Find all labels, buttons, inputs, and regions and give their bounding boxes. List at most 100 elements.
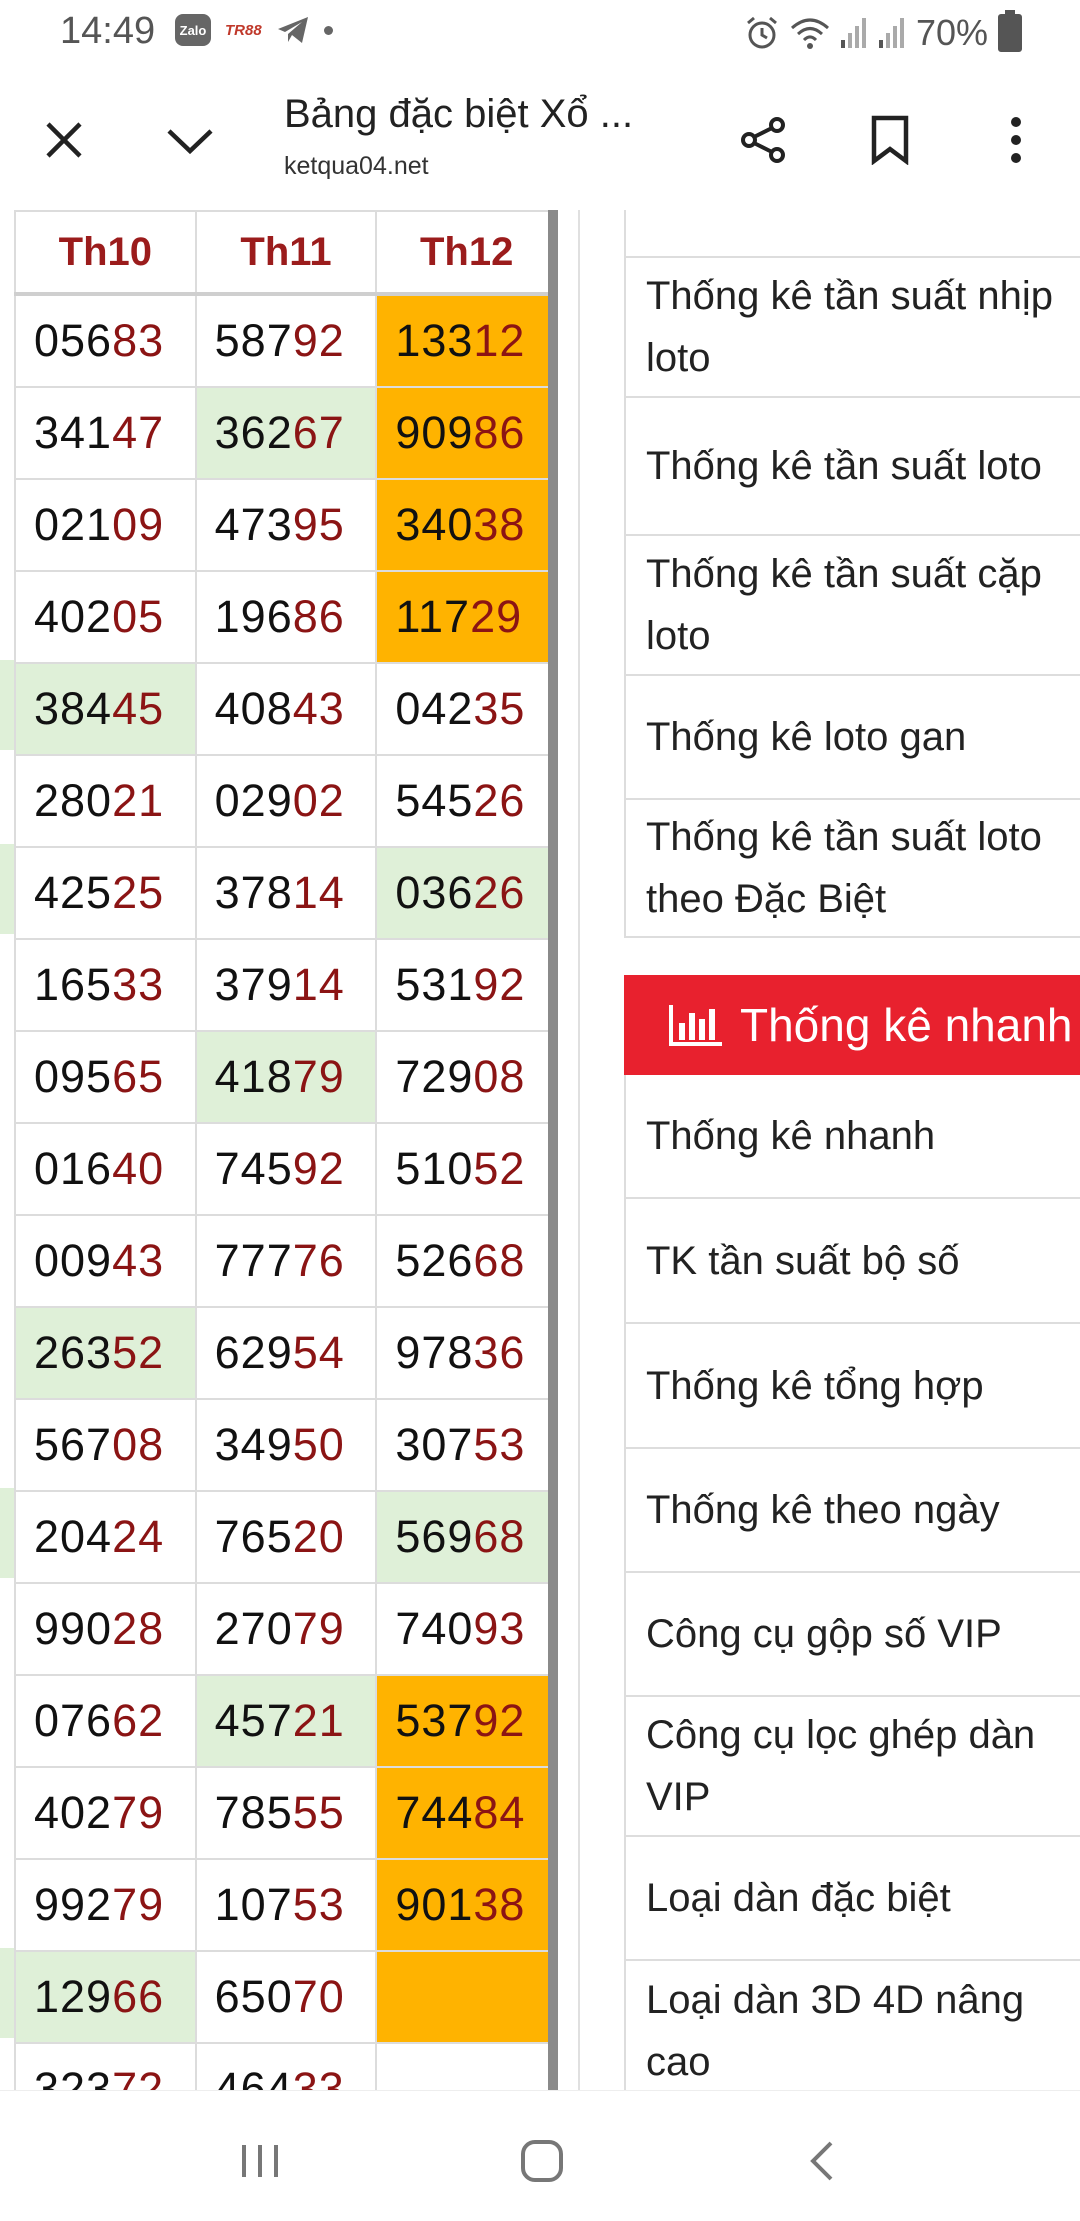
list-item[interactable]: TK tần suất bộ số bbox=[626, 1199, 1080, 1324]
number-tail: 53 bbox=[473, 1419, 526, 1470]
number-head: 349 bbox=[214, 1419, 293, 1470]
column-header: Th10 bbox=[14, 210, 197, 296]
special-prize-table-container[interactable]: Th10 Th11 Th12 05683 58792 13312 34147 36267… bbox=[0, 210, 558, 2090]
special-number-cell: 30753 bbox=[375, 1398, 558, 1492]
number-tail: 14 bbox=[292, 959, 345, 1010]
number-tail: 83 bbox=[112, 315, 165, 366]
special-number-cell: 13312 bbox=[375, 293, 558, 388]
number-tail: 84 bbox=[473, 1787, 526, 1838]
status-bar: 14:49 Zalo TR88 70% bbox=[0, 0, 1080, 72]
special-number-cell: 11729 bbox=[375, 570, 558, 664]
number-head: 464 bbox=[214, 2063, 293, 2090]
number-tail: 33 bbox=[112, 959, 165, 1010]
statistics-links-list: Thống kê tần suất nhịp loto Thống kê tần… bbox=[624, 210, 1080, 938]
number-head: 992 bbox=[34, 1879, 113, 1930]
special-number-cell: 78555 bbox=[194, 1766, 378, 1860]
page-content[interactable]: Th10 Th11 Th12 05683 58792 13312 34147 36267… bbox=[0, 210, 1080, 2090]
special-number-cell: 05683 bbox=[14, 293, 197, 388]
close-icon[interactable] bbox=[32, 108, 96, 172]
number-tail: 95 bbox=[292, 499, 345, 550]
number-head: 009 bbox=[34, 1235, 113, 1286]
number-tail: 68 bbox=[473, 1511, 526, 1562]
number-head: 029 bbox=[214, 775, 293, 826]
number-tail: 38 bbox=[473, 499, 526, 550]
status-time: 14:49 bbox=[60, 10, 156, 52]
special-number-cell: 40205 bbox=[14, 570, 197, 664]
special-number-cell: 07662 bbox=[14, 1674, 197, 1768]
browser-toolbar: Bảng đặc biệt Xổ ... ketqua04.net bbox=[0, 72, 1080, 212]
special-number-cell: 54526 bbox=[375, 754, 558, 848]
list-item[interactable]: Thống kê tần suất nhịp loto bbox=[626, 258, 1080, 398]
special-number-cell: 26352 bbox=[14, 1306, 197, 1400]
table-scroll-divider[interactable] bbox=[548, 210, 558, 2090]
list-item[interactable]: Loại dàn 3D 4D nâng cao bbox=[626, 1961, 1080, 2090]
number-head: 056 bbox=[34, 315, 113, 366]
special-number-cell: 53192 bbox=[375, 938, 558, 1032]
number-head: 740 bbox=[395, 1603, 474, 1654]
special-number-cell: 56968 bbox=[375, 1490, 558, 1584]
number-head: 402 bbox=[34, 1787, 113, 1838]
list-item[interactable]: Thống kê loto gan bbox=[626, 676, 1080, 800]
recent-apps-icon[interactable] bbox=[230, 2131, 290, 2191]
back-icon[interactable] bbox=[792, 2131, 852, 2191]
list-item[interactable]: Loại dàn đặc biệt bbox=[626, 1837, 1080, 1961]
number-head: 042 bbox=[395, 683, 474, 734]
number-tail: 26 bbox=[473, 867, 526, 918]
number-head: 777 bbox=[214, 1235, 293, 1286]
signal-icon-1 bbox=[840, 18, 866, 48]
number-head: 978 bbox=[395, 1327, 474, 1378]
list-item[interactable]: Thống kê tần suất loto theo Đặc Biệt bbox=[626, 800, 1080, 938]
special-number-cell: 38445 bbox=[14, 662, 197, 756]
bookmark-icon[interactable] bbox=[858, 108, 922, 172]
table-row: 40279 78555 74484 bbox=[14, 1766, 558, 1860]
number-head: 107 bbox=[214, 1879, 293, 1930]
special-number-cell: 45721 bbox=[194, 1674, 378, 1768]
number-tail: 92 bbox=[292, 315, 345, 366]
special-number-cell: 58792 bbox=[194, 293, 378, 388]
special-number-cell: 47395 bbox=[194, 478, 378, 572]
list-item[interactable]: Thống kê tần suất cặp loto bbox=[626, 536, 1080, 676]
home-icon[interactable] bbox=[512, 2131, 572, 2191]
number-head: 340 bbox=[395, 499, 474, 550]
special-number-cell: 03626 bbox=[375, 846, 558, 940]
number-head: 307 bbox=[395, 1419, 474, 1470]
number-tail: 05 bbox=[112, 591, 165, 642]
number-tail: 40 bbox=[112, 1143, 165, 1194]
table-row: 34147 36267 90986 bbox=[14, 386, 558, 480]
wifi-icon bbox=[790, 18, 829, 49]
number-head: 901 bbox=[395, 1879, 474, 1930]
number-head: 402 bbox=[34, 591, 113, 642]
number-tail: 36 bbox=[473, 1327, 526, 1378]
number-head: 341 bbox=[34, 407, 113, 458]
number-tail: 35 bbox=[473, 683, 526, 734]
number-head: 117 bbox=[395, 591, 471, 642]
list-item[interactable]: Công cụ lọc ghép dàn VIP bbox=[626, 1697, 1080, 1837]
number-tail: 93 bbox=[473, 1603, 526, 1654]
number-head: 537 bbox=[395, 1695, 474, 1746]
special-number-cell: 90138 bbox=[375, 1858, 558, 1952]
list-item[interactable]: Thống kê theo ngày bbox=[626, 1449, 1080, 1573]
table-row: 56708 34950 30753 bbox=[14, 1398, 558, 1492]
special-number-cell: 37814 bbox=[194, 846, 378, 940]
table-row: 07662 45721 53792 bbox=[14, 1674, 558, 1768]
table-header-row: Th10 Th11 Th12 bbox=[14, 210, 558, 296]
chevron-down-icon[interactable] bbox=[158, 108, 222, 172]
table-row: 99279 10753 90138 bbox=[14, 1858, 558, 1952]
number-head: 569 bbox=[395, 1511, 474, 1562]
list-item[interactable]: Thống kê tổng hợp bbox=[626, 1324, 1080, 1449]
number-head: 270 bbox=[214, 1603, 293, 1654]
list-item[interactable]: Công cụ gộp số VIP bbox=[626, 1573, 1080, 1697]
more-options-icon[interactable] bbox=[984, 108, 1048, 172]
list-item[interactable]: Thống kê tần suất loto bbox=[626, 398, 1080, 536]
share-icon[interactable] bbox=[732, 108, 796, 172]
special-number-cell: 62954 bbox=[194, 1306, 378, 1400]
special-number-cell: 04235 bbox=[375, 662, 558, 756]
bar-chart-icon bbox=[669, 1005, 722, 1046]
list-item[interactable]: Thống kê nhanh bbox=[626, 1075, 1080, 1199]
number-tail: 47 bbox=[112, 407, 165, 458]
special-number-cell: 10753 bbox=[194, 1858, 378, 1952]
special-number-cell: 19686 bbox=[194, 570, 378, 664]
number-tail: 92 bbox=[292, 1143, 345, 1194]
number-head: 384 bbox=[34, 683, 113, 734]
special-number-cell: 40279 bbox=[14, 1766, 197, 1860]
